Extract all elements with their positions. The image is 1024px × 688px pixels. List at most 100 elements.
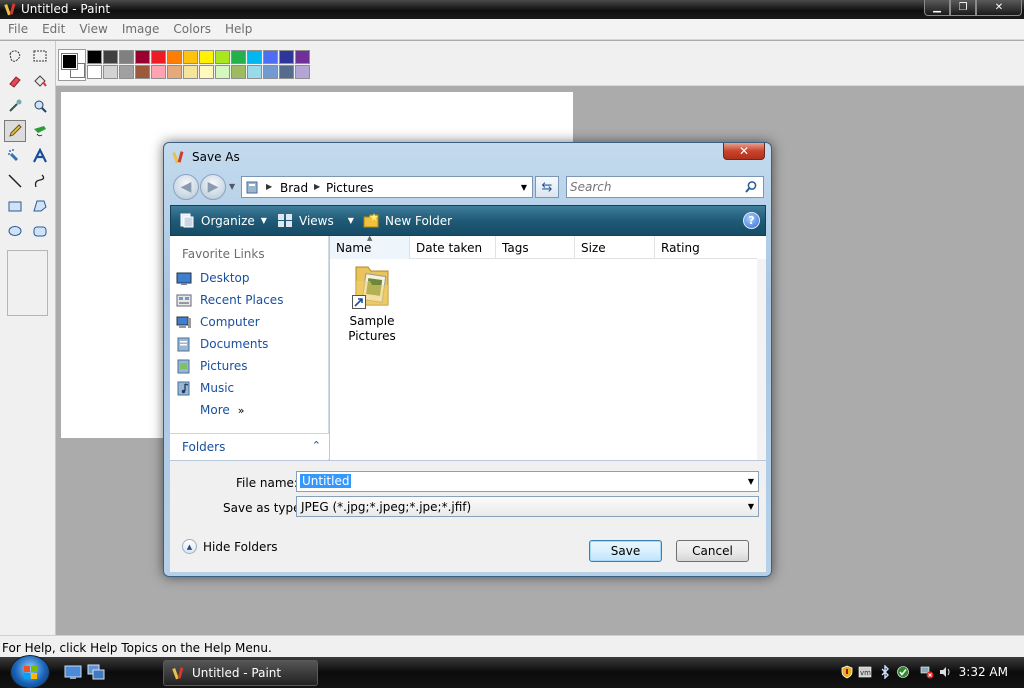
palette-swatch[interactable] [87,50,102,64]
refresh-button[interactable]: ⇆ [535,176,559,198]
favorites-more-link[interactable]: More » [200,400,244,420]
bluetooth-icon[interactable] [878,665,892,679]
volume-icon[interactable] [938,665,952,679]
sync-check-icon[interactable] [896,665,910,679]
rectangle-tool[interactable] [4,195,26,217]
favorite-documents[interactable]: Documents [176,334,268,354]
palette-swatch[interactable] [151,65,166,79]
airbrush-tool[interactable] [4,145,26,167]
free-form-select-tool[interactable] [4,45,26,67]
dialog-close-button[interactable]: ✕ [723,143,765,160]
favorite-desktop[interactable]: Desktop [176,268,250,288]
forward-button[interactable]: ▶ [200,174,226,200]
palette-swatch[interactable] [103,50,118,64]
menu-image[interactable]: Image [114,22,166,36]
minimize-button[interactable]: ▁ [924,0,950,16]
palette-swatch[interactable] [167,65,182,79]
polygon-tool[interactable] [29,195,51,217]
menu-file[interactable]: File [0,22,34,36]
search-box[interactable] [566,176,764,198]
network-disconnected-icon[interactable] [920,665,934,679]
palette-swatch[interactable] [247,50,262,64]
palette-swatch[interactable] [279,50,294,64]
menu-view[interactable]: View [71,22,113,36]
palette-swatch[interactable] [183,65,198,79]
favorite-pictures[interactable]: Pictures [176,356,248,376]
text-tool[interactable] [29,145,51,167]
chevron-down-icon[interactable]: ▼ [748,502,754,511]
paint-title-bar[interactable]: Untitled - Paint ▁ ❐ ✕ [0,0,1024,19]
palette-swatch[interactable] [119,50,134,64]
brush-tool[interactable] [29,120,51,142]
breadcrumb-brad[interactable]: Brad [280,181,308,195]
menu-edit[interactable]: Edit [34,22,71,36]
rounded-rect-tool[interactable] [29,220,51,242]
palette-swatch[interactable] [215,65,230,79]
palette-swatch[interactable] [199,50,214,64]
ellipse-tool[interactable] [4,220,26,242]
curve-tool[interactable] [29,170,51,192]
palette-swatch[interactable] [247,65,262,79]
palette-swatch[interactable] [167,50,182,64]
security-shield-icon[interactable] [840,665,854,679]
palette-swatch[interactable] [199,65,214,79]
views-menu[interactable]: Views ▼ [277,213,354,228]
current-colors[interactable] [58,49,86,81]
new-folder-button[interactable]: New Folder [363,213,452,228]
recent-pages-dropdown-icon[interactable]: ▼ [229,182,235,191]
palette-swatch[interactable] [279,65,294,79]
palette-swatch[interactable] [135,65,150,79]
favorite-computer[interactable]: Computer [176,312,260,332]
line-tool[interactable] [4,170,26,192]
start-button[interactable] [10,655,50,688]
palette-swatch[interactable] [87,65,102,79]
column-header-name[interactable]: ▲ Name [330,234,410,259]
eraser-tool[interactable] [4,70,26,92]
file-name-value[interactable]: Untitled [300,474,352,488]
column-header-tags[interactable]: Tags [496,236,575,259]
back-button[interactable]: ◀ [173,174,199,200]
pencil-tool[interactable] [4,120,26,142]
search-input[interactable] [570,179,740,195]
palette-swatch[interactable] [135,50,150,64]
vmware-icon[interactable]: vm [858,665,872,679]
palette-swatch[interactable] [119,65,134,79]
clock[interactable]: 3:32 AM [959,665,1008,679]
column-header-date-taken[interactable]: Date taken [410,236,496,259]
palette-swatch[interactable] [103,65,118,79]
palette-swatch[interactable] [231,50,246,64]
magnifier-tool[interactable] [29,95,51,117]
palette-swatch[interactable] [263,50,278,64]
rect-select-tool[interactable] [29,45,51,67]
save-button[interactable]: Save [589,540,662,562]
column-header-size[interactable]: Size [575,236,655,259]
vertical-scrollbar[interactable] [757,259,766,460]
palette-swatch[interactable] [215,50,230,64]
close-window-button[interactable]: ✕ [976,0,1022,16]
column-header-rating[interactable]: Rating [655,236,757,259]
show-desktop-icon[interactable] [64,664,82,680]
breadcrumb-pictures[interactable]: Pictures [326,181,374,195]
switch-windows-icon[interactable] [87,664,105,680]
chevron-down-icon[interactable]: ▼ [748,477,754,486]
favorite-music[interactable]: Music [176,378,234,398]
palette-swatch[interactable] [183,50,198,64]
menu-colors[interactable]: Colors [165,22,217,36]
palette-swatch[interactable] [231,65,246,79]
color-picker-tool[interactable] [4,95,26,117]
tool-options-box[interactable] [7,250,48,316]
folders-toggle[interactable]: Folders ⌃ [170,433,329,459]
palette-swatch[interactable] [295,65,310,79]
save-as-type-select[interactable]: JPEG (*.jpg;*.jpeg;*.jpe;*.jfif) ▼ [296,496,759,517]
search-icon[interactable] [744,180,758,194]
palette-swatch[interactable] [151,50,166,64]
address-bar[interactable]: ▶ Brad ▶ Pictures ▼ [241,176,533,198]
list-item[interactable]: Sample Pictures [340,261,404,344]
organize-menu[interactable]: Organize ▼ [179,213,267,228]
cancel-button[interactable]: Cancel [676,540,749,562]
file-name-field[interactable]: Untitled ▼ [296,471,759,492]
palette-swatch[interactable] [263,65,278,79]
favorite-recent-places[interactable]: Recent Places [176,290,283,310]
hide-folders-button[interactable]: ▲ Hide Folders [182,539,278,554]
fill-tool[interactable] [29,70,51,92]
